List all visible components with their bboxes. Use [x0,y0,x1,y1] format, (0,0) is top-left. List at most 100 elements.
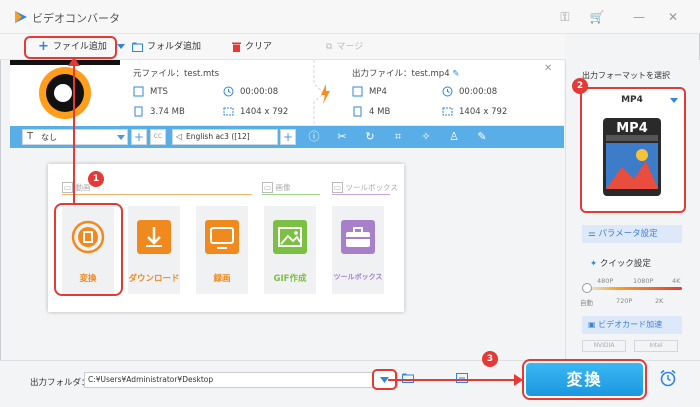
tool-gif-maker[interactable]: GIF作成 [264,206,316,294]
output-file-name: 出力ファイル：test.mp4 ✎ [352,69,460,79]
download-icon [137,220,171,254]
output-format: MP4 [352,85,387,99]
key-icon[interactable]: ⚿ [556,8,574,26]
source-size: 3.74 MB [133,105,185,119]
info-icon[interactable]: ⓘ [307,130,321,144]
slider-label-4k: 4K [672,277,681,285]
plus-icon: + [38,39,49,54]
slider-label-1080p: 1080P [633,277,654,285]
file-size-icon [133,106,144,117]
resolution-icon [442,106,453,117]
output-size: 4 MB [352,105,390,119]
mp4-format-icon: MP4 [602,117,662,197]
convert-arrow-icon [308,60,342,126]
cc-icon[interactable]: CC [150,129,166,145]
tool-gif-maker-label: GIF作成 [273,274,307,284]
output-folder-field[interactable]: C:¥Users¥Administrator¥Desktop [84,372,398,388]
arrow-to-add-file [73,60,75,204]
resolution-icon [223,106,234,117]
tool-download[interactable]: ダウンロード [128,206,180,294]
toolbox-icon [341,220,375,254]
nvidia-chip: NVIDIA [582,340,626,352]
annotation-badge-3: 3 [482,351,498,367]
remove-file-icon[interactable]: ✕ [544,63,552,74]
section-image: ▭ 画像 [262,182,291,193]
tool-download-label: ダウンロード [128,274,180,284]
format-icon-text: MP4 [616,121,648,136]
text-icon: T [27,131,34,142]
crop-icon[interactable]: ⌗ [391,130,405,144]
source-file-name: 元ファイル：test.mts [133,69,220,79]
scissors-icon[interactable]: ✂ [335,130,349,144]
merge-output-icon[interactable] [456,373,468,383]
video-thumbnail[interactable] [10,60,120,126]
app-logo-icon [14,10,28,24]
sliders-icon: ⚌ [588,229,596,239]
tool-record-label: 録画 [213,274,231,284]
source-resolution: 1404 x 792 [223,105,288,119]
trash-icon [232,42,241,52]
file-format-icon [133,86,144,97]
add-file-button[interactable]: + ファイル追加 [38,38,107,56]
gpu-acceleration-button[interactable]: ▣ ビデオカード加速 [582,316,682,334]
quick-settings-label: ✦ クイック設定 [590,259,651,269]
output-format-header: 出力フォーマットを選択 [582,71,670,80]
clock-icon [442,86,453,97]
tool-toolbox[interactable]: ツールボックス [332,206,384,294]
minimize-button[interactable]: — [630,8,648,26]
add-file-dropdown-icon[interactable] [117,44,125,49]
rotate-icon[interactable]: ↻ [363,130,377,144]
section-toolbox-divider [332,194,390,195]
gpu-icon: ▣ [588,320,596,329]
clear-button[interactable]: クリア [232,38,272,56]
quality-slider-knob[interactable] [582,283,592,293]
quality-slider-track[interactable] [588,287,682,290]
subtitle-select[interactable]: T なし [22,129,128,145]
audio-track-select[interactable]: ◁ English ac3 ([12] [172,129,278,145]
merge-button[interactable]: ⧉ マージ [326,38,363,56]
slider-label-720p: 720P [616,297,633,305]
arrowhead-to-add-file [68,57,80,66]
parameter-settings-button[interactable]: ⚌ パラメータ設定 [582,225,682,243]
file-format-icon [352,86,363,97]
effects-wand-icon[interactable]: ✧ [419,130,433,144]
section-video-divider [62,194,252,195]
edit-icon[interactable]: ✎ [452,69,459,79]
slider-label-2k: 2K [655,297,664,305]
image-icon [273,220,307,254]
speaker-icon: ◁ [176,132,183,141]
watermark-icon[interactable]: ♙ [447,130,461,144]
window-title: ビデオコンバータ [32,12,120,25]
slider-label-auto: 自動 [580,299,593,307]
intel-chip: Intel [634,340,678,352]
arrow-to-convert [388,379,520,381]
format-name: MP4 [621,95,643,105]
section-toolbox: ▭ ツールボックス [332,182,398,193]
add-subtitle-button[interactable]: + [131,129,147,145]
output-format-selector[interactable]: MP4 MP4 [580,87,686,213]
section-image-divider [262,194,320,195]
open-folder-icon[interactable] [402,373,414,383]
annotation-badge-2: 2 [572,78,588,94]
chevron-down-icon [670,98,678,103]
chevron-down-icon [117,135,125,140]
folder-icon [132,42,143,52]
alarm-clock-icon[interactable] [659,369,677,387]
tool-toolbox-label: ツールボックス [333,273,383,281]
source-format: MTS [133,85,168,99]
add-folder-button[interactable]: フォルダ追加 [132,38,201,56]
source-duration: 00:00:08 [223,85,278,99]
close-button[interactable]: ✕ [664,8,682,26]
merge-icon: ⧉ [326,42,333,52]
add-audio-button[interactable]: + [280,129,296,145]
cart-icon[interactable]: 🛒 [588,8,606,26]
edit-subtitle-icon[interactable]: ✎ [475,130,489,144]
output-resolution: 1404 x 792 [442,105,507,119]
file-size-icon [352,106,363,117]
convert-button[interactable]: 変換 [522,359,647,400]
tool-record[interactable]: 録画 [196,206,248,294]
clock-icon [223,86,234,97]
quick-icon: ✦ [590,259,598,269]
section-video: ▭ 動画 [62,182,91,193]
slider-label-480p: 480P [597,277,614,285]
